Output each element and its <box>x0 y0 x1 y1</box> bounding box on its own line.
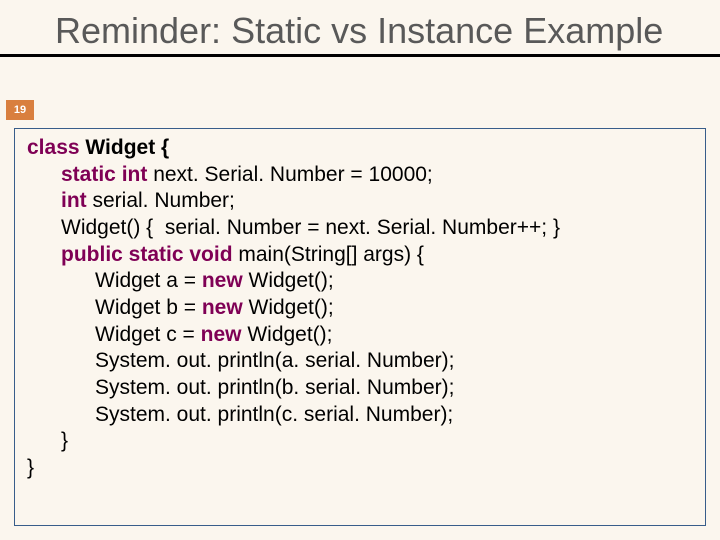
code-text: Widget a = <box>95 269 202 292</box>
code-line-10: System. out. println(b. serial. Number); <box>27 375 695 402</box>
code-text: Widget() { serial. Number = next. Serial… <box>61 216 560 239</box>
title-underline <box>0 54 720 57</box>
code-text: main(String[] args) { <box>238 243 424 266</box>
code-text: serial. Number; <box>93 189 235 212</box>
code-text: Widget b = <box>95 296 202 319</box>
keyword-psvm: public static void <box>61 243 238 266</box>
code-box: class Widget { static int next. Serial. … <box>14 128 706 526</box>
code-line-1: class Widget { <box>27 135 695 162</box>
code-line-11: System. out. println(c. serial. Number); <box>27 402 695 429</box>
code-line-9: System. out. println(a. serial. Number); <box>27 348 695 375</box>
code-text: System. out. println(c. serial. Number); <box>95 403 453 426</box>
code-line-4: Widget() { serial. Number = next. Serial… <box>27 215 695 242</box>
slide: Reminder: Static vs Instance Example 19 … <box>0 0 720 540</box>
code-line-7: Widget b = new Widget(); <box>27 295 695 322</box>
code-text: next. Serial. Number = 10000; <box>153 163 433 186</box>
slide-title: Reminder: Static vs Instance Example <box>55 10 720 51</box>
code-text: Widget(); <box>247 323 332 346</box>
keyword-int: int <box>61 189 93 212</box>
code-line-2: static int next. Serial. Number = 10000; <box>27 162 695 189</box>
keyword-class: class <box>27 136 85 159</box>
code-text: System. out. println(a. serial. Number); <box>95 349 454 372</box>
keyword-new: new <box>202 269 249 292</box>
code-line-8: Widget c = new Widget(); <box>27 322 695 349</box>
code-text: Widget(); <box>249 269 334 292</box>
code-text: Widget(); <box>249 296 334 319</box>
code-line-12: } <box>27 428 695 455</box>
code-line-13: } <box>27 455 695 482</box>
keyword-new: new <box>202 296 249 319</box>
code-line-6: Widget a = new Widget(); <box>27 268 695 295</box>
code-text: System. out. println(b. serial. Number); <box>95 376 454 399</box>
code-line-5: public static void main(String[] args) { <box>27 242 695 269</box>
code-text: Widget c = <box>95 323 201 346</box>
code-text: } <box>61 429 68 452</box>
slide-number-badge: 19 <box>6 100 34 120</box>
code-text: Widget { <box>85 136 169 159</box>
code-line-3: int serial. Number; <box>27 188 695 215</box>
title-area: Reminder: Static vs Instance Example <box>0 0 720 51</box>
keyword-static-int: static int <box>61 163 153 186</box>
keyword-new: new <box>201 323 248 346</box>
code-text: } <box>27 456 34 479</box>
